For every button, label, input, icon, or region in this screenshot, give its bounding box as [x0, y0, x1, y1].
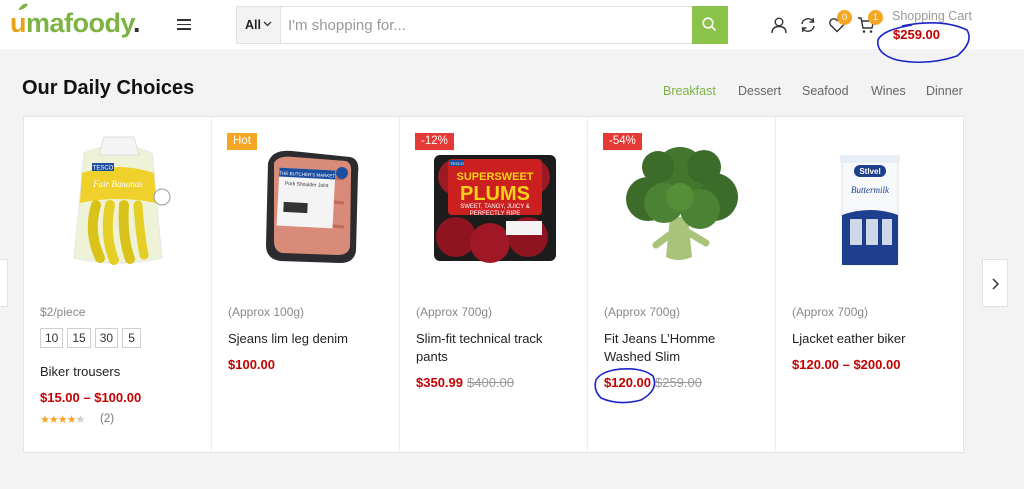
cart-total[interactable]: $259.00 — [893, 27, 940, 42]
site-header: umafoody. All 0 1 Shopping Cart $259.00 — [0, 0, 1024, 49]
product-image-pork-shoulder[interactable]: THE BUTCHER'S MARKET Pork Shoulder Joint — [232, 133, 380, 269]
product-image-plums[interactable]: TESCO SUPERSWEET PLUMS SWEET, TANGY, JUI… — [420, 133, 568, 269]
product-name[interactable]: Slim-fit technical track pants — [416, 330, 576, 366]
site-logo[interactable]: umafoody. — [10, 8, 141, 39]
svg-text:SUPERSWEET: SUPERSWEET — [456, 171, 533, 183]
size-option[interactable]: 30 — [94, 328, 119, 348]
category-select[interactable]: All — [237, 7, 281, 43]
review-count[interactable]: (2) — [100, 413, 114, 425]
search-icon — [702, 17, 717, 32]
tab-dinner[interactable]: Dinner — [926, 84, 963, 98]
product-price: $100.00 — [228, 357, 275, 372]
product-price: $15.00 – $100.00 — [40, 390, 142, 405]
product-card[interactable]: TESCO SUPERSWEET PLUMS SWEET, TANGY, JUI… — [400, 117, 588, 452]
svg-text:Stlvel: Stlvel — [859, 167, 880, 176]
product-card[interactable]: -54% (Approx 700g) Fit Jeans L’Homme Was… — [588, 117, 776, 452]
carousel-next-button[interactable] — [982, 259, 1008, 307]
search-input[interactable] — [281, 7, 693, 43]
tab-seafood[interactable]: Seafood — [802, 84, 849, 98]
size-option[interactable]: 5 — [122, 328, 142, 348]
hamburger-menu-icon[interactable] — [177, 19, 191, 30]
hot-tag: Hot — [227, 133, 257, 150]
product-price: $350.99 $400.00 — [416, 375, 514, 390]
product-unit: (Approx 100g) — [228, 305, 305, 319]
cart-label[interactable]: Shopping Cart — [892, 9, 972, 23]
product-name[interactable]: Sjeans lim leg denim — [228, 330, 388, 348]
svg-text:SWEET, TANGY, JUICY &: SWEET, TANGY, JUICY & — [460, 204, 530, 210]
product-name[interactable]: Biker trousers — [40, 363, 200, 381]
product-image-bananas[interactable]: TESCO Fair Bananas — [44, 133, 192, 269]
product-name[interactable]: Fit Jeans L’Homme Washed Slim — [604, 330, 764, 366]
product-unit: $2/piece — [40, 305, 86, 319]
size-options: 10 15 30 5 — [40, 328, 145, 348]
discount-tag: -12% — [415, 133, 454, 150]
product-card[interactable]: Stlvel Buttermilk (Approx 700g) Ljacket … — [776, 117, 964, 452]
user-icon[interactable] — [770, 16, 788, 34]
product-price: $120.00 – $200.00 — [792, 357, 901, 372]
chevron-right-icon — [992, 278, 1000, 290]
svg-text:PLUMS: PLUMS — [460, 183, 530, 205]
tab-breakfast[interactable]: Breakfast — [663, 84, 716, 98]
old-price: $259.00 — [655, 375, 702, 390]
product-card[interactable]: THE BUTCHER'S MARKET Pork Shoulder Joint… — [212, 117, 400, 452]
product-unit: (Approx 700g) — [416, 305, 493, 319]
svg-text:TESCO: TESCO — [93, 166, 114, 172]
old-price: $400.00 — [467, 375, 514, 390]
discount-tag: -54% — [603, 133, 642, 150]
tab-dessert[interactable]: Dessert — [738, 84, 781, 98]
product-price: $120.00 $259.00 — [604, 375, 702, 390]
svg-text:Fair Bananas: Fair Bananas — [92, 179, 143, 189]
product-unit: (Approx 700g) — [604, 305, 681, 319]
product-carousel: TESCO Fair Bananas $2/piece 10 15 30 5 Bike… — [23, 116, 964, 453]
compare-icon[interactable] — [799, 16, 817, 34]
product-name[interactable]: Ljacket eather biker — [792, 330, 952, 348]
wishlist-count-badge: 0 — [837, 10, 852, 25]
size-option[interactable]: 15 — [67, 328, 91, 348]
size-option[interactable]: 10 — [40, 328, 64, 348]
section-title: Our Daily Choices — [22, 77, 195, 99]
svg-text:PERFECTLY RIPE: PERFECTLY RIPE — [470, 211, 520, 217]
rating-stars: ★★★★★ — [40, 414, 85, 426]
search-bar: All — [236, 6, 728, 44]
svg-text:TESCO: TESCO — [450, 161, 464, 166]
product-unit: (Approx 700g) — [792, 305, 869, 319]
svg-text:Buttermilk: Buttermilk — [851, 185, 890, 195]
product-image-broccoli[interactable] — [608, 133, 756, 269]
carousel-prev-button[interactable] — [0, 259, 8, 307]
product-image-buttermilk[interactable]: Stlvel Buttermilk — [796, 133, 944, 269]
cart-count-badge: 1 — [868, 10, 883, 25]
leaf-icon — [18, 3, 28, 10]
product-card[interactable]: TESCO Fair Bananas $2/piece 10 15 30 5 Bike… — [24, 117, 212, 452]
tab-wines[interactable]: Wines — [871, 84, 906, 98]
chevron-down-icon — [263, 21, 272, 27]
search-button[interactable] — [692, 6, 728, 44]
